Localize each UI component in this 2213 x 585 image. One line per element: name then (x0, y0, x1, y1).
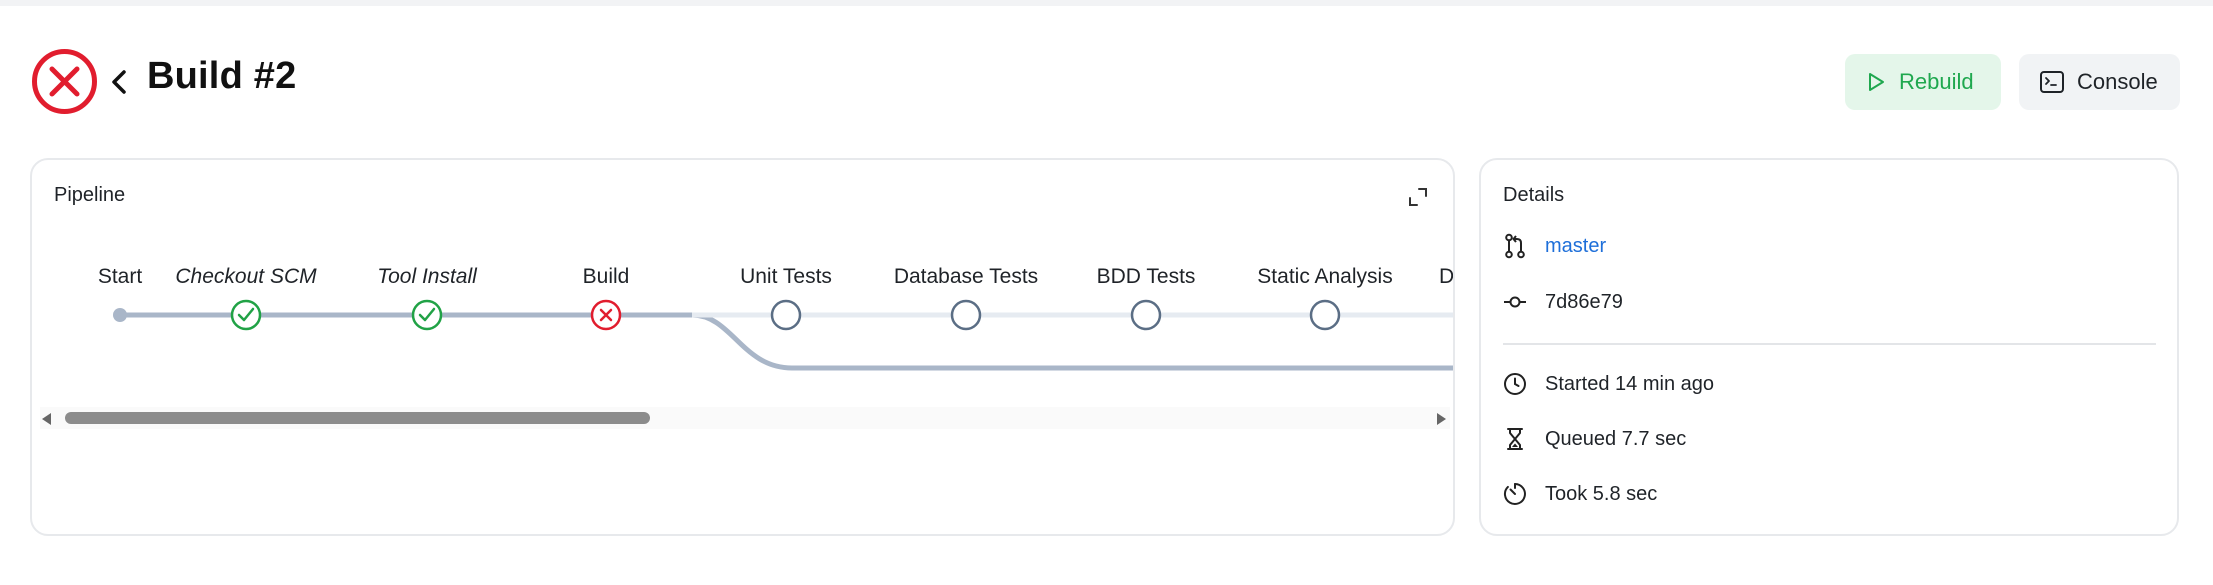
stage-label-truncated[interactable]: De (1439, 265, 1453, 289)
failed-status-icon (32, 49, 97, 114)
queued-text: Queued 7.7 sec (1545, 427, 1687, 450)
stage-node-tool-install[interactable] (411, 299, 443, 331)
branch-row: master (1503, 233, 1606, 259)
stage-label-tool-install[interactable]: Tool Install (377, 265, 477, 289)
git-commit-icon (1504, 296, 1526, 308)
started-text: Started 14 min ago (1545, 372, 1714, 395)
console-label: Console (2077, 69, 2158, 94)
page-title: Build #2 (147, 55, 297, 97)
back-chevron-icon[interactable] (105, 64, 135, 100)
queued-row: Queued 7.7 sec (1503, 427, 1686, 451)
stage-label-database-tests[interactable]: Database Tests (894, 265, 1038, 289)
start-node (113, 308, 127, 322)
console-button[interactable]: Console (2019, 54, 2180, 110)
stage-node-static-analysis[interactable] (1309, 299, 1341, 331)
clock-icon (1504, 373, 1526, 395)
stage-label-start: Start (97, 265, 143, 288)
details-card: Details master 7d86e79 Started 14 min ag… (1479, 158, 2179, 536)
stage-label-checkout-scm[interactable]: Checkout SCM (175, 265, 316, 289)
commit-row: 7d86e79 (1503, 290, 1623, 314)
stage-node-bdd-tests[interactable] (1130, 299, 1162, 331)
hourglass-icon (1507, 428, 1523, 450)
details-title: Details (1503, 184, 1565, 206)
stage-label-unit-tests[interactable]: Unit Tests (740, 265, 832, 289)
details-divider (1503, 343, 2156, 345)
scrollbar-thumb[interactable] (65, 412, 650, 424)
started-row: Started 14 min ago (1503, 372, 1714, 396)
stage-label-build[interactable]: Build (583, 265, 630, 289)
play-icon (1869, 73, 1884, 91)
terminal-icon (2040, 71, 2064, 93)
scroll-right-arrow-icon[interactable] (1434, 412, 1448, 426)
took-text: Took 5.8 sec (1545, 482, 1658, 505)
rebuild-label: Rebuild (1899, 69, 1974, 94)
rebuild-button[interactable]: Rebuild (1845, 54, 2001, 110)
stage-node-unit-tests[interactable] (770, 299, 802, 331)
git-branch-icon (1505, 233, 1525, 259)
branch-link[interactable]: master (1545, 235, 1606, 258)
top-strip (0, 0, 2213, 6)
timer-icon (1503, 483, 1526, 505)
took-row: Took 5.8 sec (1503, 482, 1657, 506)
pipeline-card: Pipeline Start Checkout SCM Tool Install… (30, 158, 1455, 536)
stage-node-build[interactable] (590, 299, 622, 331)
horizontal-scrollbar[interactable] (40, 407, 1450, 429)
stage-label-bdd-tests[interactable]: BDD Tests (1097, 265, 1196, 289)
stage-label-static-analysis[interactable]: Static Analysis (1257, 265, 1392, 289)
scroll-left-arrow-icon[interactable] (40, 412, 54, 426)
stage-node-checkout-scm[interactable] (230, 299, 262, 331)
commit-hash[interactable]: 7d86e79 (1545, 291, 1623, 314)
stage-node-database-tests[interactable] (950, 299, 982, 331)
